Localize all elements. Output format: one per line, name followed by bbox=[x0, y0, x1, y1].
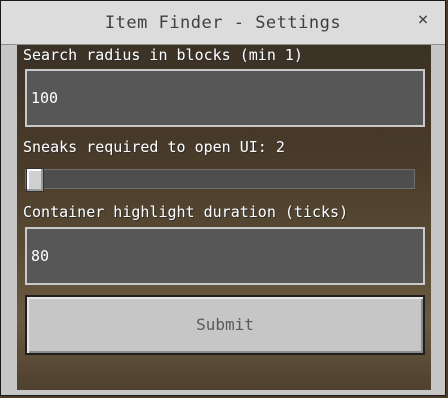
dialog-title: Item Finder - Settings bbox=[104, 13, 342, 33]
highlight-duration-field[interactable] bbox=[25, 227, 425, 285]
search-radius-label: Search radius in blocks (min 1) bbox=[23, 46, 303, 64]
sneaks-required-slider[interactable] bbox=[25, 168, 415, 192]
highlight-duration-label: Container highlight duration (ticks) bbox=[23, 203, 349, 221]
slider-thumb[interactable] bbox=[26, 168, 44, 192]
search-radius-field[interactable] bbox=[25, 69, 425, 127]
settings-dialog: Item Finder - Settings × Search radius i… bbox=[0, 0, 446, 396]
highlight-duration-input[interactable] bbox=[31, 229, 411, 283]
dialog-titlebar: Item Finder - Settings × bbox=[1, 1, 445, 45]
submit-button[interactable]: Submit bbox=[25, 295, 425, 355]
sneaks-required-label: Sneaks required to open UI: 2 bbox=[23, 138, 285, 156]
search-radius-input[interactable] bbox=[31, 71, 411, 125]
form-panel: Search radius in blocks (min 1) Sneaks r… bbox=[17, 45, 431, 390]
close-icon[interactable]: × bbox=[415, 10, 431, 30]
